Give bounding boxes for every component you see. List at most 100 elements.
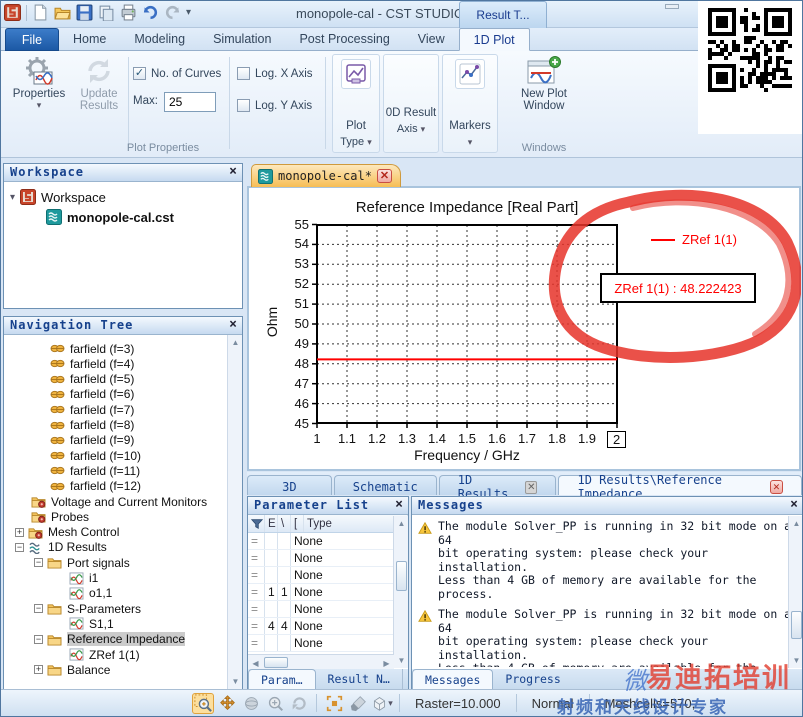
- param-scrollbar[interactable]: ▲ ▼: [393, 516, 408, 668]
- scroll-up-icon[interactable]: ▲: [228, 335, 242, 350]
- close-icon[interactable]: ×: [229, 317, 238, 332]
- tab-modeling[interactable]: Modeling: [120, 28, 199, 51]
- tree-item-zref-1-1-[interactable]: ZRef 1(1): [69, 647, 140, 662]
- rotate-icon[interactable]: [240, 693, 262, 714]
- parameter-row[interactable]: = 1 1 None: [248, 584, 408, 601]
- update-results-button[interactable]: Update Results: [73, 56, 125, 112]
- markers-button-label[interactable]: Markers: [449, 120, 491, 132]
- tree-item-voltage-and-current-monitors[interactable]: Voltage and Current Monitors: [31, 494, 207, 509]
- navigation-tree-header[interactable]: Navigation Tree ×: [4, 317, 242, 335]
- spin-icon[interactable]: [288, 693, 310, 714]
- fit-view-icon[interactable]: [323, 693, 345, 714]
- tree-item-farfield-f-8-[interactable]: farfield (f=8): [50, 418, 134, 433]
- save-icon[interactable]: [76, 4, 93, 21]
- plot-button-label[interactable]: Plot: [346, 120, 366, 132]
- tree-item-mesh-control[interactable]: + Mesh Control: [15, 525, 119, 540]
- close-document-icon[interactable]: ✕: [376, 169, 392, 183]
- zoom-select-icon[interactable]: [192, 692, 214, 714]
- checkbox-unchecked-icon[interactable]: [237, 67, 250, 80]
- 0d-result-button[interactable]: 0D Result: [386, 107, 437, 119]
- brush-icon[interactable]: [347, 693, 369, 714]
- axis-dropdown[interactable]: Axis ▾: [397, 123, 425, 135]
- tree-item-farfield-f-3-[interactable]: farfield (f=3): [50, 341, 134, 356]
- zoom-in-out-icon[interactable]: [264, 693, 286, 714]
- tree-item-s1-1[interactable]: S1,1: [69, 616, 114, 631]
- max-curves-input[interactable]: [164, 92, 216, 112]
- scroll-down-icon[interactable]: ▼: [394, 653, 409, 668]
- tree-item-probes[interactable]: Probes: [31, 509, 89, 524]
- tab-result-navigator[interactable]: Result N…: [316, 669, 403, 689]
- pan-icon[interactable]: [216, 693, 238, 714]
- nav-tree-scrollbar[interactable]: ▲ ▼: [227, 335, 242, 689]
- tab-parameters[interactable]: Param…: [248, 669, 316, 689]
- axis-marker-box[interactable]: 2: [607, 431, 627, 448]
- markers-button[interactable]: [455, 59, 485, 89]
- tab-1d-plot[interactable]: 1D Plot: [458, 28, 530, 51]
- tree-item-farfield-f-7-[interactable]: farfield (f=7): [50, 402, 134, 417]
- project-node[interactable]: monopole-cal.cst: [46, 209, 174, 225]
- no-of-curves-checkbox[interactable]: ✓ No. of Curves: [133, 67, 221, 80]
- checkbox-checked-icon[interactable]: ✓: [133, 67, 146, 80]
- checkbox-unchecked-icon[interactable]: [237, 99, 250, 112]
- tab-simulation[interactable]: Simulation: [199, 28, 285, 51]
- tab-file[interactable]: File: [5, 28, 59, 51]
- tab-messages[interactable]: Messages: [412, 669, 494, 689]
- close-tab-icon[interactable]: ✕: [525, 480, 538, 494]
- chart-legend[interactable]: ZRef 1(1): [651, 232, 737, 247]
- tab-schematic[interactable]: Schematic: [333, 475, 437, 495]
- collapse-minus-icon[interactable]: −: [34, 604, 43, 614]
- properties-button[interactable]: Properties ▾: [7, 56, 71, 111]
- chevron-expanded-icon[interactable]: ▾: [10, 192, 15, 203]
- new-plot-window-button[interactable]: New Plot Window: [504, 56, 584, 112]
- view-cube-icon[interactable]: ▾: [371, 693, 393, 714]
- new-document-icon[interactable]: [32, 4, 49, 21]
- parameter-list-header[interactable]: Parameter List ×: [248, 497, 408, 515]
- document-tab-monopole-cal[interactable]: monopole-cal* ✕: [251, 164, 401, 187]
- contextual-tab-result-tools[interactable]: Result T...: [459, 1, 547, 28]
- tree-item-reference-impedance[interactable]: − Reference Impedance: [34, 632, 186, 647]
- close-icon[interactable]: ×: [229, 164, 238, 179]
- print-icon[interactable]: [120, 4, 137, 21]
- tree-item-farfield-f-11-[interactable]: farfield (f=11): [50, 463, 140, 478]
- messages-scrollbar[interactable]: ▲ ▼: [788, 516, 802, 668]
- tree-item-farfield-f-10-[interactable]: farfield (f=10): [50, 448, 141, 463]
- plot-button[interactable]: [341, 59, 371, 89]
- parameter-row[interactable]: = None: [248, 601, 408, 618]
- type-dropdown[interactable]: Type ▾: [340, 136, 371, 148]
- tree-item-port-signals[interactable]: − Port signals: [34, 555, 130, 570]
- tree-item-o1-1[interactable]: o1,1: [69, 586, 112, 601]
- tree-item-farfield-f-4-[interactable]: farfield (f=4): [50, 356, 134, 371]
- scroll-down-icon[interactable]: ▼: [789, 653, 802, 668]
- minimize-button[interactable]: [665, 4, 679, 9]
- scroll-down-icon[interactable]: ▼: [228, 674, 242, 689]
- collapse-minus-icon[interactable]: −: [34, 634, 43, 644]
- close-tab-icon[interactable]: ✕: [769, 480, 783, 494]
- tab-1d-results[interactable]: 1D Results ✕: [438, 473, 557, 501]
- redo-icon[interactable]: [164, 4, 181, 21]
- close-icon[interactable]: ×: [790, 497, 799, 512]
- customize-toolbar-dropdown-icon[interactable]: ▾: [186, 7, 191, 18]
- tree-item-farfield-f-9-[interactable]: farfield (f=9): [50, 433, 134, 448]
- tab-progress[interactable]: Progress: [493, 669, 572, 689]
- tree-item-s-parameters[interactable]: − S-Parameters: [34, 601, 141, 616]
- scrollbar-thumb[interactable]: [791, 611, 802, 639]
- scrollbar-thumb[interactable]: [264, 657, 288, 668]
- log-x-axis-checkbox[interactable]: Log. X Axis: [237, 67, 313, 80]
- parameter-row[interactable]: = None: [248, 550, 408, 567]
- scroll-up-icon[interactable]: ▲: [789, 516, 802, 531]
- copy-icon[interactable]: [98, 4, 115, 21]
- parameter-row[interactable]: = None: [248, 533, 408, 550]
- tab-home[interactable]: Home: [59, 28, 120, 51]
- scrollbar-thumb[interactable]: [396, 561, 407, 591]
- filter-icon[interactable]: [248, 515, 265, 532]
- undo-icon[interactable]: [142, 4, 159, 21]
- tab-3d[interactable]: 3D: [247, 475, 332, 495]
- tab-post-processing[interactable]: Post Processing: [285, 28, 403, 51]
- expand-plus-icon[interactable]: +: [15, 527, 24, 537]
- open-folder-icon[interactable]: [54, 4, 71, 21]
- tab-view[interactable]: View: [404, 28, 459, 51]
- tree-item-farfield-f-12-[interactable]: farfield (f=12): [50, 479, 141, 494]
- close-icon[interactable]: ×: [395, 497, 404, 512]
- parameter-row[interactable]: = None: [248, 567, 408, 584]
- tree-item-1d-results[interactable]: −1D Results: [15, 540, 107, 555]
